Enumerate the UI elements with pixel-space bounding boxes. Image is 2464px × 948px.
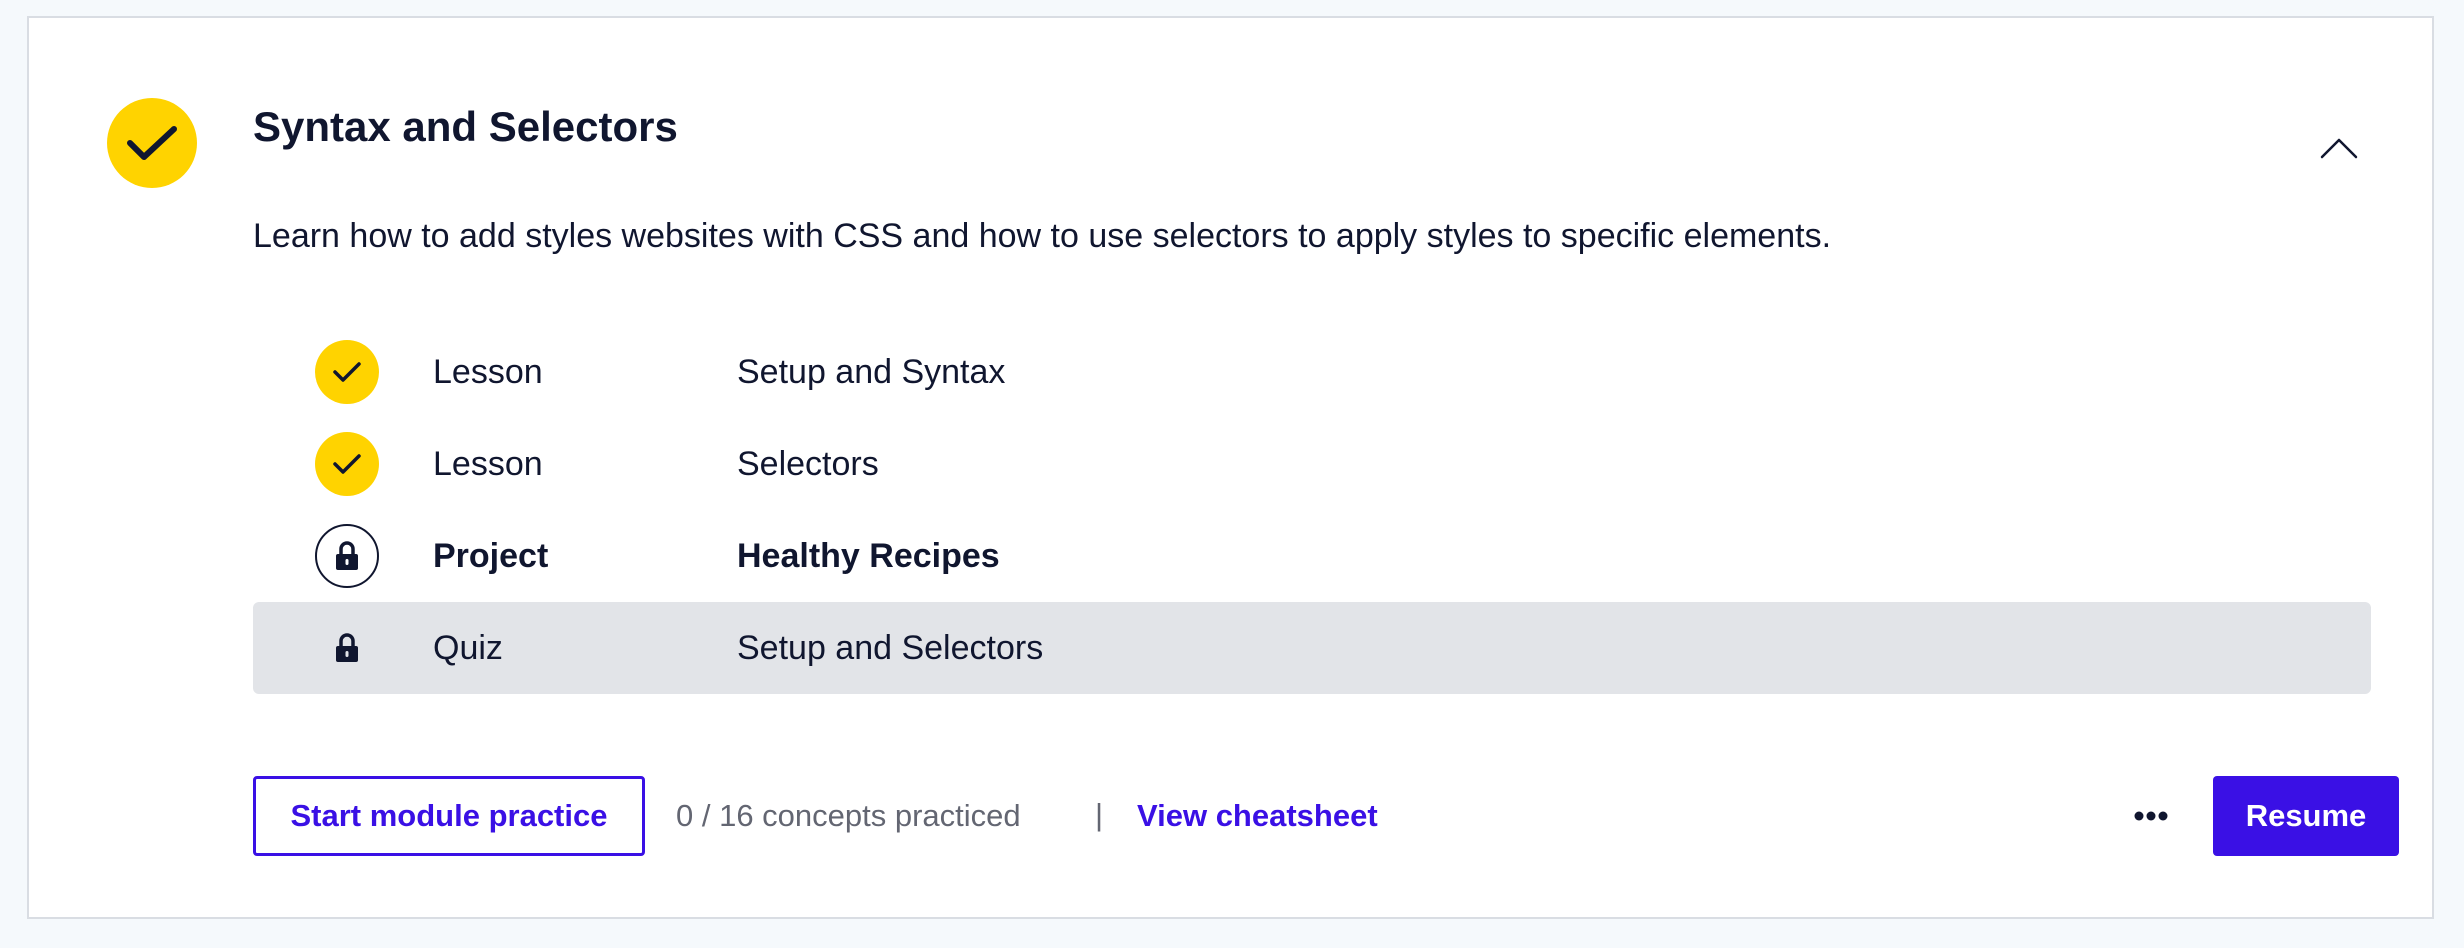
module-item-list: Lesson Setup and Syntax Lesson Selectors… — [253, 326, 2371, 694]
item-name: Setup and Syntax — [737, 352, 1006, 391]
locked-status-icon — [315, 616, 379, 680]
item-type: Project — [433, 536, 549, 575]
check-icon — [127, 126, 177, 160]
list-item-setup-and-selectors-quiz[interactable]: Quiz Setup and Selectors — [253, 602, 2371, 694]
module-card: Syntax and Selectors Learn how to add st… — [27, 16, 2434, 919]
list-item-setup-and-syntax[interactable]: Lesson Setup and Syntax — [253, 326, 2371, 418]
list-item-selectors[interactable]: Lesson Selectors — [253, 418, 2371, 510]
resume-button[interactable]: Resume — [2213, 776, 2399, 856]
more-horizontal-icon — [2134, 811, 2168, 821]
list-item-healthy-recipes[interactable]: Project Healthy Recipes — [253, 510, 2371, 602]
module-description: Learn how to add styles websites with CS… — [253, 217, 1832, 255]
item-name: Selectors — [737, 444, 879, 483]
lock-icon — [336, 541, 358, 570]
locked-status-icon — [315, 524, 379, 588]
view-cheatsheet-link[interactable]: View cheatsheet — [1137, 776, 1378, 856]
check-icon — [333, 454, 361, 474]
check-icon — [333, 362, 361, 382]
footer-divider: | — [1095, 797, 1104, 832]
more-options-button[interactable] — [2123, 792, 2179, 840]
chevron-up-icon — [2320, 138, 2358, 159]
module-footer: Start module practice 0 / 16 concepts pr… — [253, 776, 2399, 856]
item-type: Lesson — [433, 444, 543, 483]
module-title: Syntax and Selectors — [253, 103, 678, 150]
item-name: Setup and Selectors — [737, 628, 1044, 667]
lock-icon — [336, 633, 358, 662]
item-type: Quiz — [433, 628, 503, 667]
complete-status-icon — [315, 340, 379, 404]
concepts-practiced-count: 0 / 16 concepts practiced — [676, 798, 1021, 833]
item-type: Lesson — [433, 352, 543, 391]
collapse-button[interactable] — [2315, 130, 2363, 166]
item-name: Healthy Recipes — [737, 536, 1000, 575]
module-complete-icon — [107, 98, 197, 188]
start-module-practice-button[interactable]: Start module practice — [253, 776, 645, 856]
complete-status-icon — [315, 432, 379, 496]
